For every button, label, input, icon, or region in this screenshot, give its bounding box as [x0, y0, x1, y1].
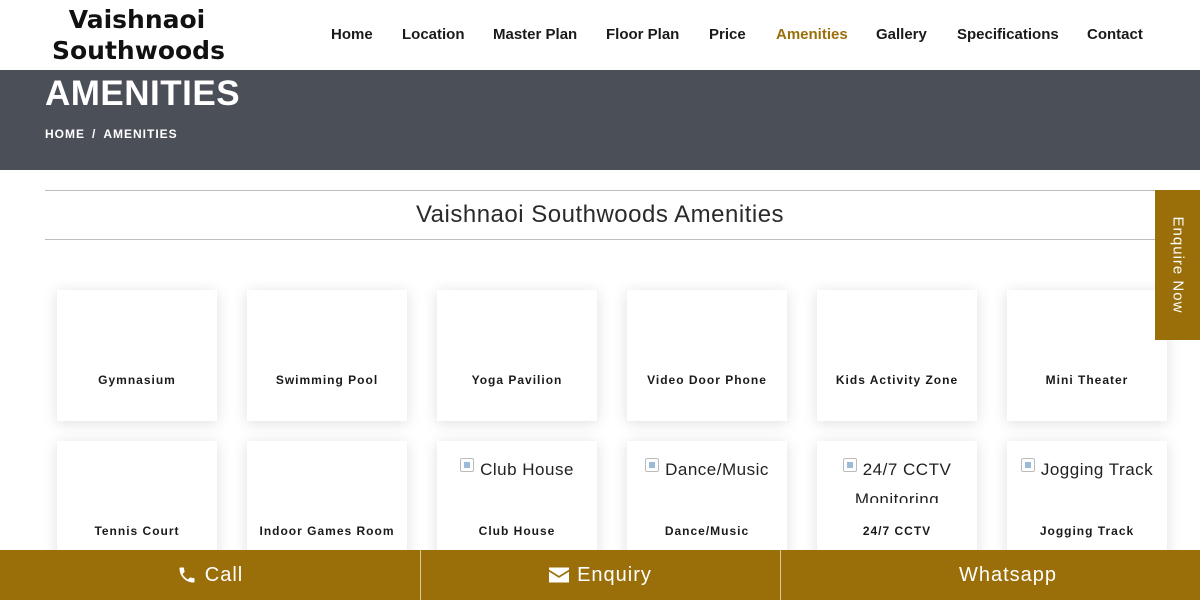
amenity-image-broken: Dance/Music: [637, 455, 777, 503]
amenity-image: [447, 304, 587, 352]
broken-image-icon: [1020, 458, 1035, 472]
amenity-image: [637, 304, 777, 352]
nav-price[interactable]: Price: [709, 26, 746, 43]
page-title: AMENITIES: [45, 74, 241, 113]
amenity-image-alt: Dance/Music: [665, 460, 769, 479]
enquire-now-label: Enquire Now: [1169, 216, 1186, 314]
enquiry-label: Enquiry: [577, 563, 652, 586]
enquiry-button[interactable]: Enquiry: [421, 550, 780, 600]
amenity-label: Tennis Court: [94, 524, 180, 538]
site-header: Vaishnaoi Southwoods Home Location Maste…: [0, 0, 1200, 70]
nav-floor-plan[interactable]: Floor Plan: [606, 26, 679, 43]
nav-home[interactable]: Home: [331, 26, 373, 43]
amenity-label: Mini Theater: [1045, 373, 1129, 387]
broken-image-icon: [842, 458, 857, 472]
amenity-label: Club House: [478, 524, 556, 538]
phone-icon: [179, 567, 195, 583]
amenity-label: 24/7 CCTV: [862, 524, 932, 538]
call-button[interactable]: Call: [0, 550, 420, 600]
page-banner: AMENITIES HOME / AMENITIES: [0, 70, 1200, 170]
section-title: Vaishnaoi Southwoods Amenities: [415, 201, 785, 228]
envelope-icon: [549, 567, 570, 583]
amenity-card-kids-activity-zone[interactable]: Kids Activity Zone: [817, 290, 977, 421]
amenity-image: [67, 304, 207, 352]
whatsapp-label: Whatsapp: [958, 563, 1058, 586]
nav-gallery[interactable]: Gallery: [876, 26, 927, 43]
amenity-image: [1017, 304, 1157, 352]
nav-amenities[interactable]: Amenities: [776, 26, 848, 43]
amenity-label: Kids Activity Zone: [835, 373, 959, 387]
broken-image-icon: [460, 458, 475, 472]
amenity-label: Dance/Music: [664, 524, 750, 538]
amenity-image: [827, 304, 967, 352]
bottom-action-bar: Call Enquiry Whatsapp: [0, 550, 1200, 600]
amenity-card-video-door-phone[interactable]: Video Door Phone: [627, 290, 787, 421]
section-heading: Vaishnaoi Southwoods Amenities: [45, 190, 1155, 240]
amenity-label: Jogging Track: [1039, 524, 1135, 538]
breadcrumb: HOME / AMENITIES: [45, 127, 178, 141]
amenity-image-alt: Club House: [480, 460, 574, 479]
amenity-image-broken: Club House: [447, 455, 587, 503]
broken-image-icon: [645, 458, 660, 472]
amenity-image-broken: Jogging Track: [1017, 455, 1157, 503]
amenity-label: Swimming Pool: [275, 373, 379, 387]
breadcrumb-home[interactable]: HOME: [45, 127, 85, 141]
nav-location[interactable]: Location: [402, 26, 465, 43]
nav-specifications[interactable]: Specifications: [957, 26, 1059, 43]
amenity-image-broken: 24/7 CCTV Monitoring: [827, 455, 967, 503]
amenity-image-alt: Jogging Track: [1040, 460, 1154, 479]
amenity-image: [257, 304, 397, 352]
whatsapp-button[interactable]: Whatsapp: [781, 550, 1200, 600]
enquire-now-tab[interactable]: Enquire Now: [1155, 190, 1200, 340]
amenity-card-mini-theater[interactable]: Mini Theater: [1007, 290, 1167, 421]
amenity-label: Yoga Pavilion: [471, 373, 563, 387]
nav-contact[interactable]: Contact: [1087, 26, 1143, 43]
breadcrumb-current: AMENITIES: [103, 127, 178, 141]
amenity-image-alt: 24/7 CCTV Monitoring: [854, 460, 952, 503]
nav-master-plan[interactable]: Master Plan: [493, 26, 577, 43]
amenity-label: Gymnasium: [98, 373, 176, 387]
amenity-image: [257, 455, 397, 503]
amenity-card-swimming-pool[interactable]: Swimming Pool: [247, 290, 407, 421]
amenity-card-yoga-pavilion[interactable]: Yoga Pavilion: [437, 290, 597, 421]
main-nav: Home Location Master Plan Floor Plan Pri…: [0, 0, 1200, 70]
amenity-image: [67, 455, 207, 503]
amenity-card-gymnasium[interactable]: Gymnasium: [57, 290, 217, 421]
amenity-label: Indoor Games Room: [259, 524, 395, 538]
amenity-label: Video Door Phone: [647, 373, 767, 387]
breadcrumb-separator: /: [92, 127, 97, 141]
call-label: Call: [204, 563, 244, 586]
